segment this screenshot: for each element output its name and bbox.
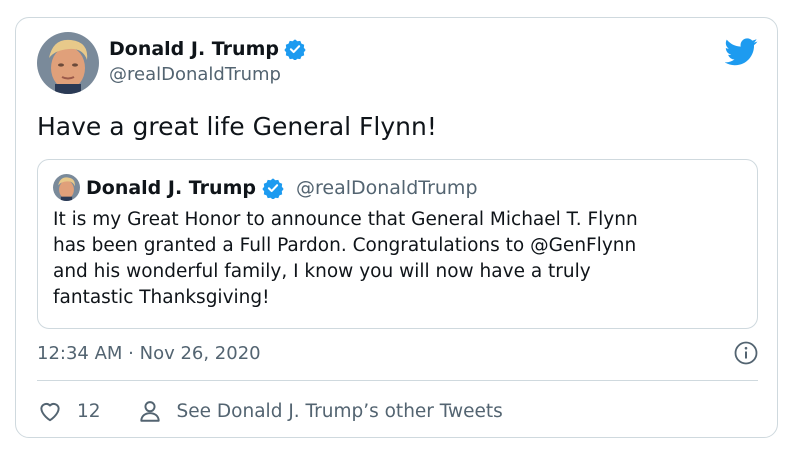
quoted-tweet-header: Donald J. Trump @realDonaldTrump bbox=[53, 174, 478, 201]
info-icon[interactable] bbox=[734, 341, 758, 365]
like-count: 12 bbox=[77, 400, 101, 422]
avatar-image bbox=[37, 32, 99, 94]
tweet-text: Have a great life General Flynn! bbox=[37, 112, 437, 141]
twitter-bird-icon[interactable] bbox=[725, 37, 758, 67]
quoted-text-line: has been granted a Full Pardon. Congratu… bbox=[53, 235, 637, 256]
see-other-tweets-link[interactable]: See Donald J. Trump’s other Tweets bbox=[137, 398, 503, 424]
quoted-text-line: It is my Great Honor to announce that Ge… bbox=[53, 209, 638, 230]
quoted-verified-badge-icon bbox=[262, 177, 284, 199]
tweet-card[interactable]: Donald J. Trump @realDonaldTrump Have a … bbox=[15, 17, 778, 438]
quoted-text-line: fantastic Thanksgiving! bbox=[53, 287, 270, 308]
tweet-timestamp[interactable]: 12:34 AM · Nov 26, 2020 bbox=[37, 343, 261, 364]
quoted-author-handle: @realDonaldTrump bbox=[295, 176, 478, 199]
person-icon bbox=[139, 401, 160, 422]
quoted-text-line: and his wonderful family, I know you wil… bbox=[53, 261, 591, 282]
divider bbox=[37, 380, 758, 381]
author-handle[interactable]: @realDonaldTrump bbox=[109, 64, 281, 85]
author-name-row[interactable]: Donald J. Trump bbox=[109, 38, 306, 60]
tweet-actions: 12 See Donald J. Trump’s other Tweets bbox=[37, 398, 503, 424]
verified-badge-icon bbox=[284, 39, 306, 60]
like-button[interactable]: 12 bbox=[37, 398, 101, 424]
author-avatar[interactable] bbox=[37, 32, 99, 94]
heart-icon bbox=[40, 402, 60, 422]
quoted-author-name: Donald J. Trump bbox=[86, 176, 256, 199]
author-name[interactable]: Donald J. Trump bbox=[109, 38, 279, 60]
quoted-tweet[interactable]: Donald J. Trump @realDonaldTrump It is m… bbox=[37, 159, 758, 329]
quoted-tweet-text: It is my Great Honor to announce that Ge… bbox=[53, 207, 743, 311]
quoted-avatar-image bbox=[53, 174, 80, 201]
see-other-tweets-label: See Donald J. Trump’s other Tweets bbox=[176, 400, 503, 422]
quoted-author-avatar bbox=[53, 174, 80, 201]
